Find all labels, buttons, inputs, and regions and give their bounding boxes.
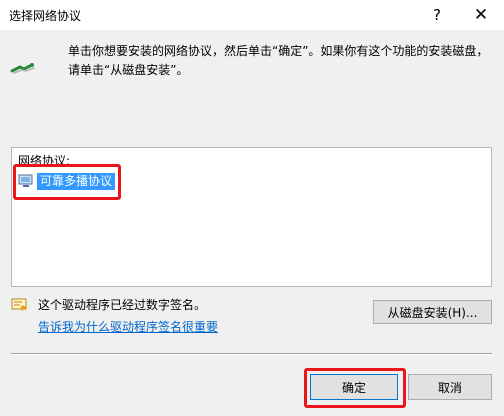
instruction-text: 单击你想要安装的网络协议，然后单击“确定”。如果你有这个功能的安装磁盘，请单击“…: [68, 44, 489, 77]
help-button[interactable]: ?: [414, 0, 460, 30]
signature-info-link[interactable]: 告诉我为什么驱动程序签名很重要: [38, 318, 218, 335]
from-disk-button[interactable]: 从磁盘安装(H)...: [373, 300, 492, 324]
window-title: 选择网络协议: [9, 9, 82, 23]
network-protocol-icon: [10, 63, 35, 74]
certificate-icon: [11, 298, 27, 311]
dialog-body: 单击你想要安装的网络协议，然后单击“确定”。如果你有这个功能的安装磁盘，请单击“…: [0, 30, 504, 416]
cancel-button[interactable]: 取消: [408, 374, 492, 400]
signature-status: 这个驱动程序已经过数字签名。: [38, 298, 207, 312]
highlight-box-ok: [304, 368, 406, 408]
close-button[interactable]: ✕: [458, 0, 504, 30]
highlight-box-protocol: [13, 164, 121, 200]
separator: [11, 353, 492, 355]
title-bar: 选择网络协议 ? ✕: [0, 0, 504, 30]
